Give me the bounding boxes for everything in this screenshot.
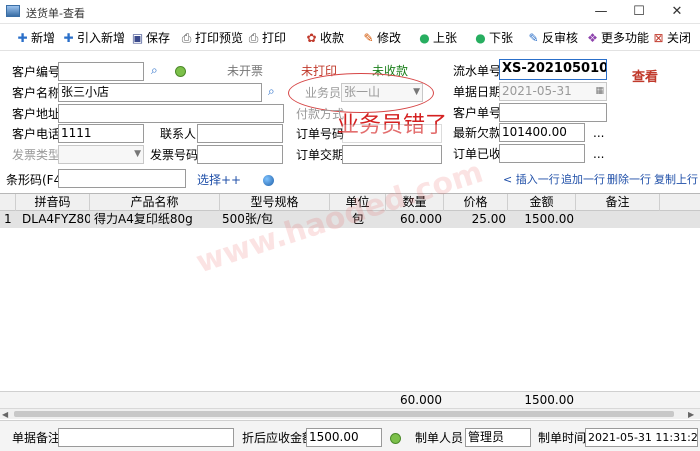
customer-name-label: 客户名称 <box>12 86 61 100</box>
prev-sheet-button[interactable]: ● 上张 <box>418 29 457 47</box>
make-time-label: 制单时间 <box>538 431 587 445</box>
order-deposit-label: 订单交期 <box>296 148 345 162</box>
order-received-more-button[interactable]: ... <box>593 145 604 163</box>
scroll-thumb[interactable] <box>14 411 674 417</box>
toolbar: ✚ 新增 ✚ 引入新增 ▣ 保存 ⎙ 打印预览 ⎙ 打印 ✿ 收款 ✎ 修改 ● 上张 ● 下张 … <box>0 25 700 51</box>
total-amount: 1500.00 <box>524 393 574 407</box>
latest-owed-more-button[interactable]: ... <box>593 124 604 142</box>
plus-icon: ✚ <box>63 31 74 45</box>
receivable-label: 折后应收金额 <box>242 431 315 445</box>
printer-icon: ⎙ <box>181 31 192 45</box>
chevron-down-icon: ▼ <box>134 149 141 159</box>
unapprove-button[interactable]: ✎ 反审核 <box>527 29 578 47</box>
make-time-input: 2021-05-31 11:31:24 <box>585 428 698 447</box>
customer-phone-label: 客户电话 <box>12 127 61 141</box>
copy-row-link[interactable]: 复制上行 <box>654 171 698 189</box>
barcode-label: 条形码(F4) <box>6 173 66 187</box>
minimize-button[interactable]: — <box>586 2 616 22</box>
view-mode-tag: 查看 <box>632 70 659 85</box>
col-pinyin[interactable]: 拼音码 <box>16 194 90 211</box>
latest-owed-input: 101400.00 <box>499 123 585 142</box>
customer-order-label: 客户单号 <box>453 106 502 120</box>
import-new-button[interactable]: ✚ 引入新增 <box>62 29 125 47</box>
customer-order-input[interactable] <box>499 103 607 122</box>
receive-payment-button[interactable]: ✿ 收款 <box>305 29 344 47</box>
customer-code-input[interactable] <box>58 62 144 81</box>
new-button[interactable]: ✚ 新增 <box>16 29 55 47</box>
printer-icon: ⎙ <box>248 31 259 45</box>
contact-label: 联系人 <box>160 127 197 141</box>
scroll-right-icon[interactable]: ▶ <box>688 410 694 419</box>
remark-label: 单据备注 <box>12 431 61 445</box>
title-bar: 送货单-查看 — ☐ ✕ <box>0 0 700 24</box>
col-note[interactable]: 备注 <box>576 194 660 211</box>
horizontal-scrollbar[interactable]: ◀ ▶ <box>0 408 700 419</box>
col-amount[interactable]: 金额 <box>508 194 576 211</box>
search-icon[interactable]: ⌕ <box>268 84 275 99</box>
order-no-input[interactable] <box>342 124 442 143</box>
customer-address-label: 客户地址 <box>12 107 61 121</box>
print-preview-button[interactable]: ⎙ 打印预览 <box>180 29 243 47</box>
contact-input[interactable] <box>197 124 283 143</box>
bottom-bar: 单据备注 折后应收金额 1500.00 制单人员 管理员 制单时间 2021-0… <box>0 420 700 451</box>
latest-owed-label: 最新欠款 <box>453 126 502 140</box>
invoice-type-label: 发票类型 <box>12 148 61 162</box>
more-functions-button[interactable]: ❖ 更多功能 <box>586 29 649 47</box>
customer-code-label: 客户编号 <box>12 65 61 79</box>
maker-input: 管理员 <box>465 428 531 447</box>
insert-row-link[interactable]: < 插入一行 <box>503 171 560 189</box>
up-arrow-icon: ● <box>419 31 430 45</box>
down-arrow-icon: ● <box>475 31 486 45</box>
receivable-input: 1500.00 <box>306 428 382 447</box>
plus-icon: ✚ <box>17 31 28 45</box>
print-button[interactable]: ⎙ 打印 <box>247 29 286 47</box>
invoice-type-select[interactable]: ▼ <box>58 145 144 164</box>
green-dot-icon[interactable] <box>175 65 186 79</box>
col-product-name[interactable]: 产品名称 <box>90 194 220 211</box>
close-window-button[interactable]: ✕ <box>662 2 692 22</box>
append-row-link[interactable]: 追加一行 <box>561 171 605 189</box>
save-icon: ▣ <box>131 31 144 45</box>
barcode-input[interactable] <box>58 169 186 188</box>
modify-button[interactable]: ✎ 修改 <box>362 29 401 47</box>
close-icon: ⊠ <box>653 31 664 45</box>
next-sheet-button[interactable]: ● 下张 <box>474 29 513 47</box>
select-product-link[interactable]: 选择++ <box>197 171 241 189</box>
remark-input[interactable] <box>58 428 234 447</box>
delete-row-link[interactable]: 删除一行 <box>607 171 651 189</box>
serial-input[interactable]: XS-202105010 <box>499 59 607 80</box>
flower-icon: ✿ <box>306 31 317 45</box>
calendar-icon: ▦ <box>595 86 604 96</box>
date-input[interactable]: 2021-05-31 ▦ <box>499 82 607 101</box>
date-label: 单据日期 <box>453 85 502 99</box>
invoice-status: 未开票 <box>227 64 264 78</box>
globe-icon[interactable] <box>263 174 274 188</box>
window-title: 送货单-查看 <box>26 7 85 20</box>
close-button[interactable]: ⊠ 关闭 <box>652 29 691 47</box>
pencil-icon: ✎ <box>528 31 539 45</box>
gear-icon: ❖ <box>587 31 598 45</box>
save-button[interactable]: ▣ 保存 <box>131 29 170 47</box>
pencil-icon: ✎ <box>363 31 374 45</box>
green-dot-icon[interactable] <box>390 432 401 446</box>
search-icon[interactable]: ⌕ <box>151 63 158 78</box>
grid-total-row: 60.000 1500.00 <box>0 391 700 408</box>
total-qty: 60.000 <box>400 393 442 407</box>
maker-label: 制单人员 <box>415 431 464 445</box>
customer-address-input[interactable] <box>58 104 284 123</box>
serial-label: 流水单号 <box>453 64 502 78</box>
customer-name-input[interactable]: 张三小店 <box>58 83 262 102</box>
maximize-button[interactable]: ☐ <box>624 2 654 22</box>
invoice-no-label: 发票号码 <box>150 148 199 162</box>
app-icon <box>6 5 20 17</box>
order-received-input <box>499 144 585 163</box>
scroll-left-icon[interactable]: ◀ <box>2 410 8 419</box>
invoice-no-input[interactable] <box>197 145 283 164</box>
customer-phone-input[interactable]: 1111 <box>58 124 144 143</box>
order-deposit-input[interactable] <box>342 145 442 164</box>
